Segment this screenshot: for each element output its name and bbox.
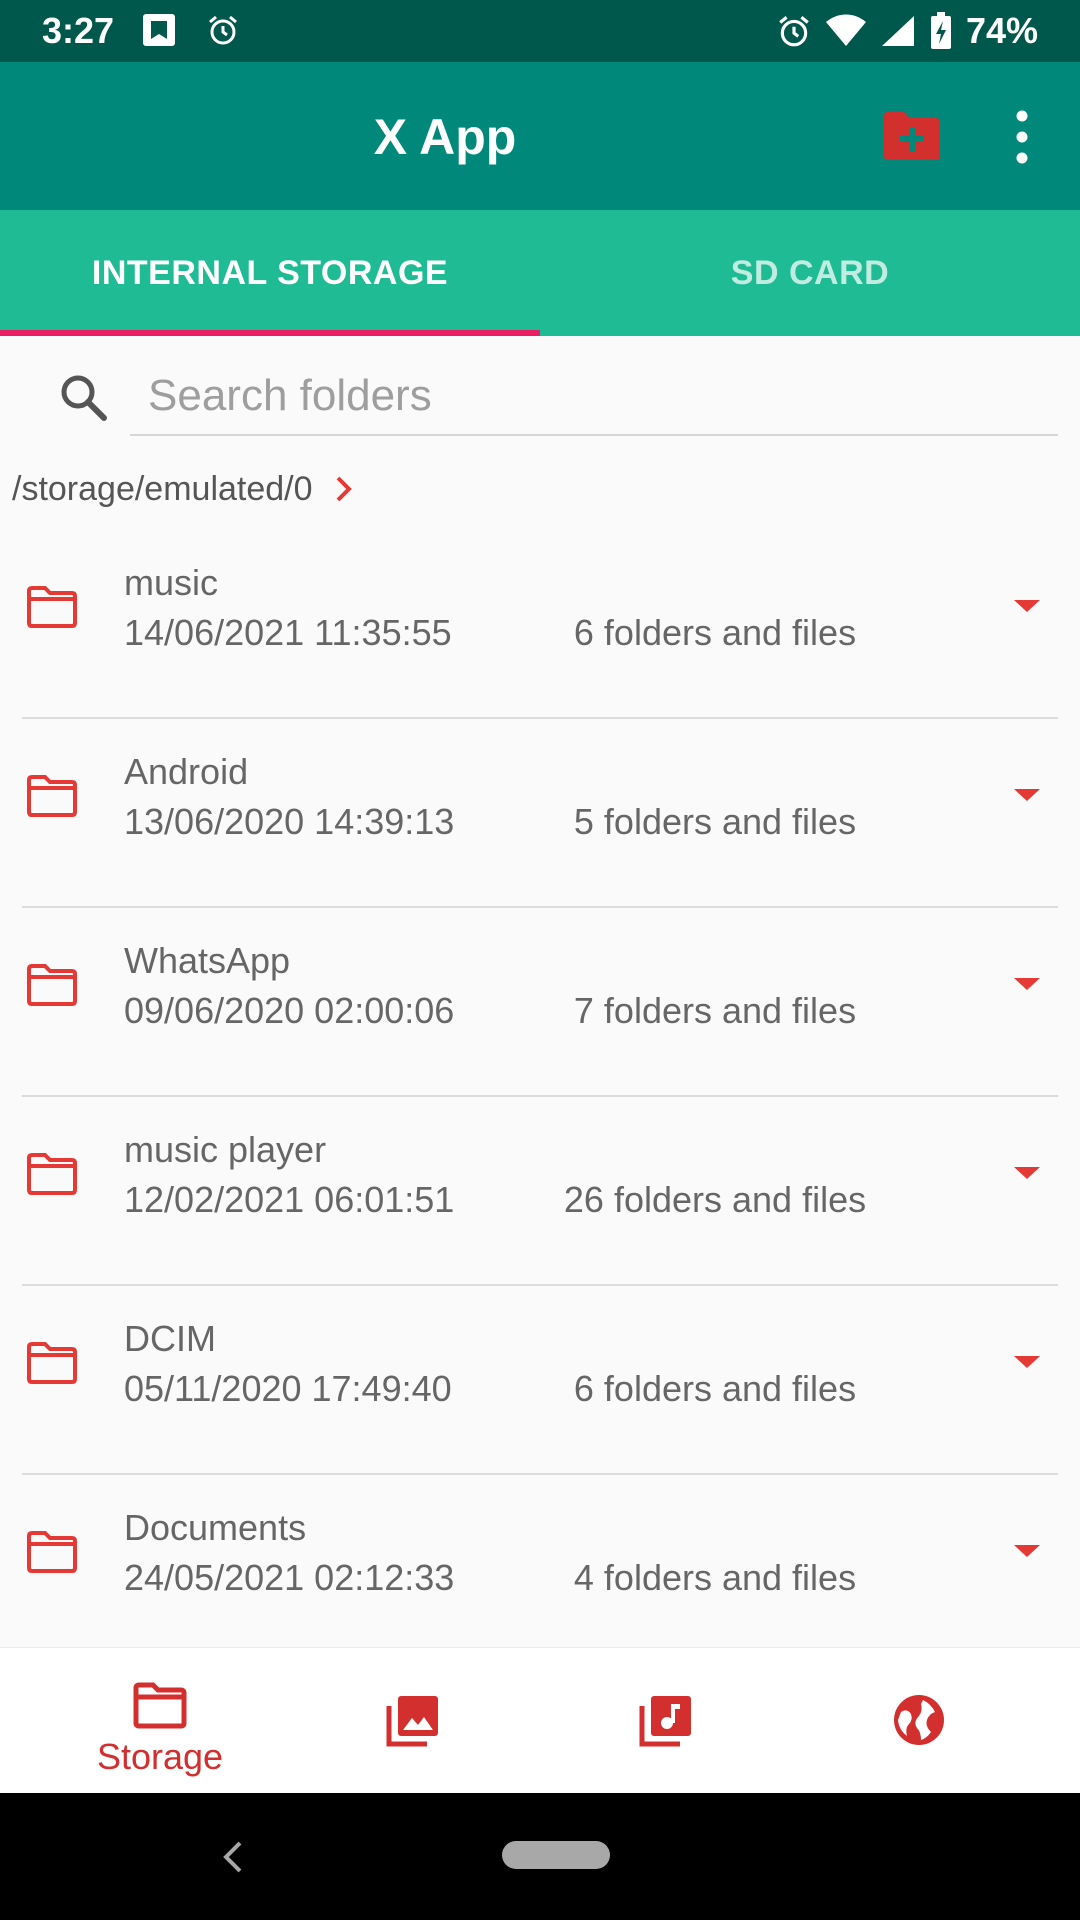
alarm-clock-icon	[779, 16, 809, 47]
dropdown-arrow-icon[interactable]	[1012, 1352, 1042, 1372]
app-title: X App	[373, 109, 517, 165]
search-bar	[0, 336, 1080, 460]
folder-name: Documents	[124, 1507, 307, 1548]
chevron-right-icon	[336, 476, 352, 502]
more-vert-icon[interactable]	[1000, 102, 1044, 172]
dropdown-arrow-icon[interactable]	[1012, 596, 1042, 616]
folder-date: 09/06/2020 02:00:06	[124, 990, 455, 1031]
folder-count: 6 folders and files	[573, 1368, 857, 1409]
folder-icon	[27, 964, 77, 1006]
nav-item-web[interactable]	[784, 1648, 1054, 1794]
folder-icon	[27, 586, 77, 628]
tab-internal-storage[interactable]: INTERNAL STORAGE	[0, 210, 540, 336]
system-navigation-bar	[0, 1793, 1080, 1920]
wifi-icon	[825, 14, 866, 46]
dropdown-arrow-icon[interactable]	[1012, 1163, 1042, 1183]
list-item[interactable]: music player 12/02/2021 06:01:51 26 fold…	[0, 1097, 1080, 1286]
folder-name: Android	[124, 751, 249, 792]
folder-count: 6 folders and files	[573, 612, 857, 653]
folder-count: 26 folders and files	[563, 1179, 867, 1220]
photo-library-icon	[386, 1696, 438, 1747]
notification-icon	[143, 14, 175, 46]
dropdown-arrow-icon[interactable]	[1012, 785, 1042, 805]
folder-count: 4 folders and files	[573, 1557, 857, 1598]
signal-icon	[881, 16, 914, 46]
tab-sd-card[interactable]: SD CARD	[540, 210, 1080, 336]
folder-name: music player	[124, 1129, 327, 1170]
folder-count: 5 folders and files	[573, 801, 857, 842]
bottom-navigation: Storage	[0, 1647, 1080, 1794]
folder-list: music 14/06/2021 11:35:55 6 folders and …	[0, 530, 1080, 1664]
folder-name: DCIM	[124, 1318, 216, 1359]
folder-name: WhatsApp	[124, 940, 291, 981]
search-input[interactable]	[130, 358, 1058, 436]
app-bar: X App	[0, 62, 1080, 210]
battery-level: 74%	[965, 10, 1038, 51]
folder-icon	[27, 1153, 77, 1195]
status-bar: 3:27 74%	[0, 0, 1080, 62]
list-item[interactable]: WhatsApp 09/06/2020 02:00:06 7 folders a…	[0, 908, 1080, 1097]
nav-label-storage: Storage	[96, 1736, 224, 1777]
list-item[interactable]: Documents 24/05/2021 02:12:33 4 folders …	[0, 1475, 1080, 1664]
alarm-icon	[209, 15, 237, 45]
nav-item-photos[interactable]	[278, 1648, 548, 1794]
folder-date: 12/02/2021 06:01:51	[124, 1179, 455, 1220]
folder-icon	[27, 1342, 77, 1384]
status-time: 3:27	[42, 10, 115, 51]
folder-name: music	[124, 562, 219, 603]
dropdown-arrow-icon[interactable]	[1012, 1541, 1042, 1561]
home-pill-button[interactable]	[502, 1841, 610, 1869]
globe-icon	[894, 1695, 944, 1745]
new-folder-icon[interactable]	[882, 110, 942, 162]
list-item[interactable]: Android 13/06/2020 14:39:13 5 folders an…	[0, 719, 1080, 908]
breadcrumb[interactable]: /storage/emulated/0	[12, 466, 353, 512]
folder-count: 7 folders and files	[573, 990, 857, 1031]
nav-item-storage[interactable]: Storage	[25, 1648, 295, 1794]
folder-icon	[27, 1531, 77, 1573]
folder-date: 13/06/2020 14:39:13	[124, 801, 455, 842]
back-icon[interactable]	[218, 1837, 248, 1877]
music-library-icon	[639, 1696, 691, 1747]
search-icon	[61, 375, 107, 421]
folder-icon	[27, 775, 77, 817]
tab-bar: INTERNAL STORAGE SD CARD	[0, 210, 1080, 336]
folder-date: 14/06/2021 11:35:55	[124, 612, 452, 653]
battery-charging-icon	[930, 12, 951, 49]
folder-date: 24/05/2021 02:12:33	[124, 1557, 455, 1598]
breadcrumb-path: /storage/emulated/0	[12, 469, 313, 508]
list-item[interactable]: DCIM 05/11/2020 17:49:40 6 folders and f…	[0, 1286, 1080, 1475]
nav-item-music[interactable]	[531, 1648, 801, 1794]
folder-icon	[133, 1682, 187, 1729]
folder-date: 05/11/2020 17:49:40	[124, 1368, 452, 1409]
dropdown-arrow-icon[interactable]	[1012, 974, 1042, 994]
list-item[interactable]: music 14/06/2021 11:35:55 6 folders and …	[0, 530, 1080, 719]
